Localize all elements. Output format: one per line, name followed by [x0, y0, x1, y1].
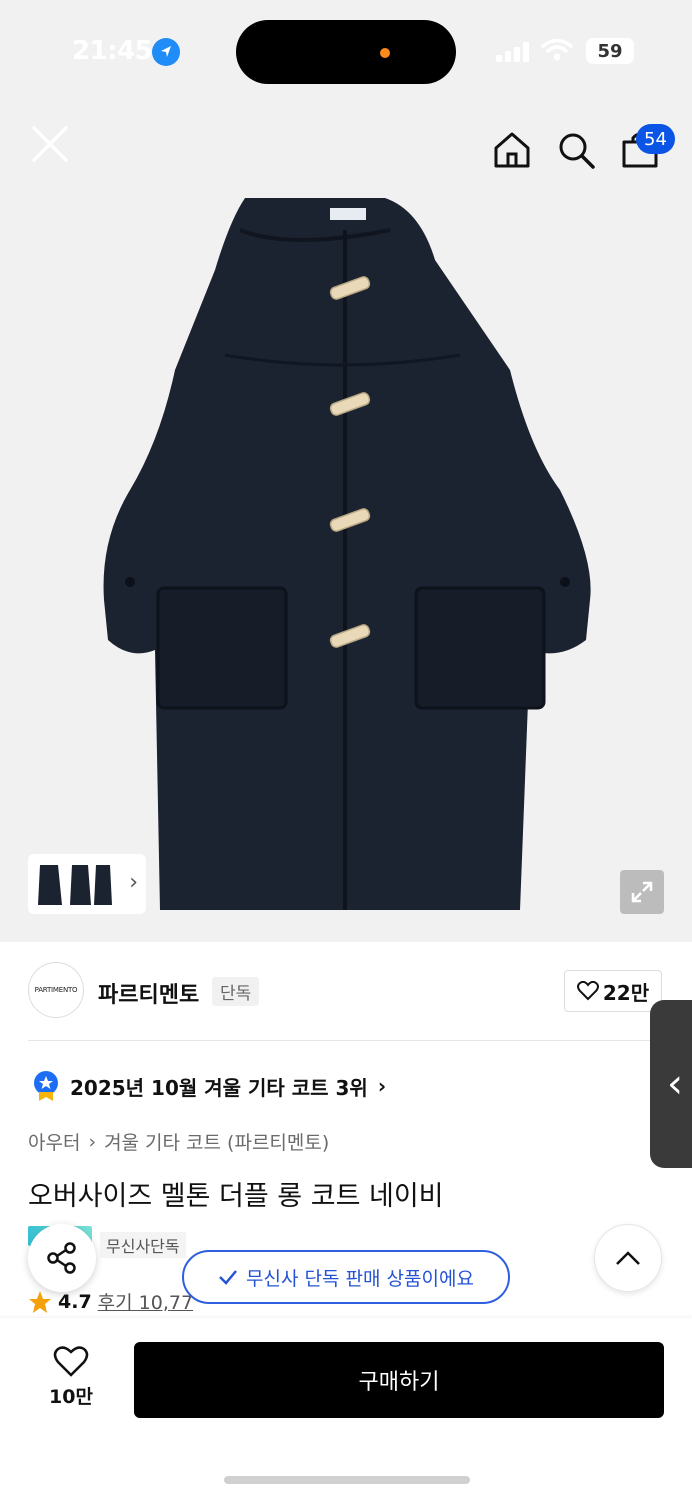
breadcrumb-item[interactable]: 겨울 기타 코트 (파르티멘토): [104, 1128, 329, 1155]
check-icon: [219, 1270, 238, 1285]
brand-like-button[interactable]: 22만: [564, 970, 662, 1012]
search-icon[interactable]: [554, 128, 598, 172]
product-photo: [103, 198, 591, 910]
ranking-link[interactable]: 2025년 10월 겨울 기타 코트 3위 ›: [32, 1070, 386, 1102]
home-icon[interactable]: [490, 128, 534, 172]
rank-badge-icon: [34, 1071, 58, 1101]
brand-like-count: 22만: [602, 980, 650, 1005]
expand-icon[interactable]: [620, 870, 664, 914]
toast-text: 무신사 단독 판매 상품이에요: [246, 1267, 474, 1290]
thumbnail-strip[interactable]: ›: [28, 854, 146, 914]
brand-exclusive-tag: 단독: [212, 977, 260, 1006]
close-icon[interactable]: [28, 122, 72, 166]
wishlist-button[interactable]: 10만: [36, 1346, 106, 1416]
review-link[interactable]: 후기 10,77: [98, 1288, 193, 1315]
chevron-right-icon: ›: [377, 1074, 387, 1098]
privacy-indicator: [380, 48, 390, 58]
product-image-area[interactable]: 21:45 59 54 ›: [0, 0, 692, 942]
dynamic-island: [236, 20, 456, 84]
share-button[interactable]: [28, 1224, 96, 1292]
rating-row[interactable]: 4.7 후기 10,77: [28, 1288, 193, 1315]
wishlist-count: 10만: [49, 1386, 93, 1408]
heart-icon: [53, 1346, 89, 1377]
home-indicator: [224, 1476, 470, 1484]
exclusive-tag: 무신사단독: [100, 1232, 186, 1258]
thumbnail-image: [38, 865, 112, 905]
status-time: 21:45: [72, 36, 153, 66]
product-title: 오버사이즈 멜톤 더플 롱 코트 네이비: [28, 1181, 444, 1212]
side-panel-handle[interactable]: ‹: [650, 1000, 692, 1168]
star-icon: [29, 1290, 51, 1313]
heart-icon: [576, 981, 599, 1001]
chevron-right-icon: ›: [129, 870, 138, 895]
battery-icon: 59: [586, 38, 634, 64]
chevron-right-icon: ›: [88, 1130, 97, 1153]
location-icon: [152, 38, 180, 66]
brand-name[interactable]: 파르티멘토: [98, 977, 199, 1009]
rating-score: 4.7: [58, 1290, 92, 1313]
breadcrumb-item[interactable]: 아우터: [28, 1128, 80, 1155]
exclusive-toast: 무신사 단독 판매 상품이에요: [182, 1250, 510, 1304]
wifi-icon: [541, 38, 573, 61]
scroll-top-button[interactable]: [594, 1224, 662, 1292]
chevron-up-icon: [616, 1251, 640, 1265]
cart-badge: 54: [636, 124, 675, 154]
divider: [28, 1040, 664, 1041]
brand-logo[interactable]: PARTIMENTO: [28, 962, 84, 1018]
chevron-left-icon: ‹: [667, 1061, 683, 1107]
signal-icon: [496, 42, 529, 62]
breadcrumb: 아우터 › 겨울 기타 코트 (파르티멘토): [28, 1128, 329, 1155]
share-icon: [47, 1242, 76, 1274]
ranking-text: 2025년 10월 겨울 기타 코트 3위: [70, 1075, 368, 1100]
buy-button[interactable]: 구매하기: [134, 1342, 664, 1418]
